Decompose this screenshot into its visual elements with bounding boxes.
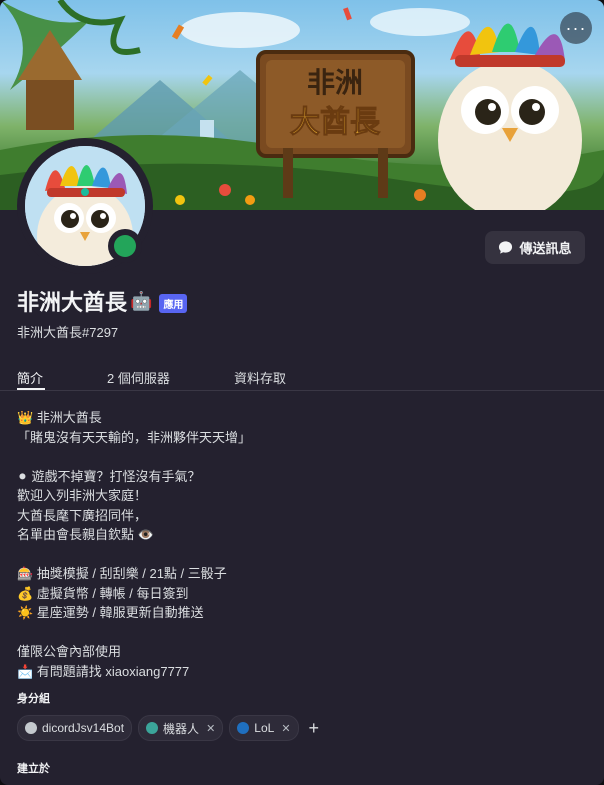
- role-color-dot: [146, 722, 159, 734]
- roles-list: dicordJsv14Bot 機器人 ✕ LoL ✕ +: [17, 715, 319, 741]
- role-name: dicordJsv14Bot: [42, 721, 125, 735]
- role-pill[interactable]: LoL ✕: [229, 715, 299, 741]
- role-name: 機器人: [163, 721, 200, 736]
- role-pill[interactable]: dicordJsv14Bot: [17, 715, 133, 741]
- send-message-button[interactable]: 傳送訊息: [485, 231, 585, 264]
- display-name: 非洲大酋長: [17, 290, 128, 315]
- remove-role-icon[interactable]: ✕: [206, 722, 215, 735]
- username: 非洲大酋長#7297: [17, 325, 119, 340]
- role-color-dot: [237, 722, 250, 734]
- remove-role-icon[interactable]: ✕: [281, 722, 290, 735]
- tab-data-access[interactable]: 資料存取: [234, 368, 286, 387]
- add-role-button[interactable]: +: [309, 718, 320, 739]
- profile-card: 非洲 大酋長 ··· 傳送訊息 非洲大酋長 🤖 應用 非洲大酋長#7297 簡介…: [0, 0, 604, 785]
- avatar-container[interactable]: [17, 138, 153, 274]
- online-status-dot: [114, 235, 136, 257]
- sign-text-line1: 非洲: [307, 67, 363, 98]
- role-name: LoL: [254, 721, 275, 735]
- tab-about[interactable]: 簡介: [17, 368, 43, 387]
- tab-mutual-servers[interactable]: 2 個伺服器: [107, 368, 170, 387]
- chat-bubble-icon: [499, 241, 513, 254]
- tabs-divider: [0, 390, 604, 391]
- more-options-icon: ···: [565, 18, 587, 38]
- more-options-button[interactable]: ···: [560, 12, 592, 44]
- robot-icon: 🤖: [130, 290, 153, 311]
- status-indicator: [108, 229, 142, 263]
- created-at-heading: 建立於: [17, 763, 50, 775]
- roles-heading: 身分組: [17, 693, 50, 705]
- profile-tabs: 簡介 2 個伺服器 資料存取: [17, 368, 587, 392]
- sign-text-line2: 大酋長: [290, 105, 381, 139]
- bio-text: 👑 非洲大酋長 「賭鬼沒有天天輸的，非洲夥伴天天增」 ⚫ 遊戲不掉寶？打怪沒有手…: [17, 410, 252, 679]
- app-badge[interactable]: 應用: [159, 293, 188, 313]
- send-message-label: 傳送訊息: [519, 241, 572, 256]
- display-name-row: 非洲大酋長 🤖 應用: [17, 285, 188, 317]
- role-pill[interactable]: 機器人 ✕: [138, 715, 224, 741]
- role-color-dot: [25, 722, 37, 734]
